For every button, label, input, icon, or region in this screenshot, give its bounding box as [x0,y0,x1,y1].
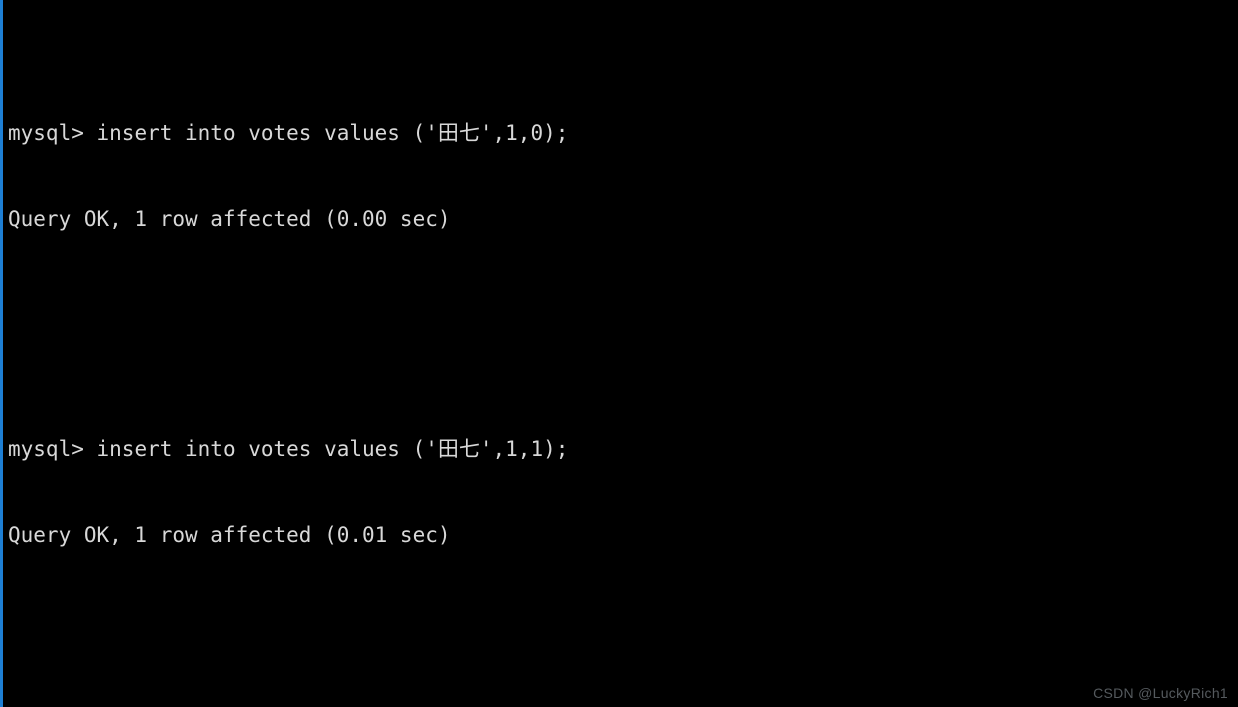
terminal-output[interactable]: mysql> insert into votes values ('田七',1,… [8,4,1230,684]
command-line-2: mysql> insert into votes values ('田七',1,… [8,435,1230,464]
prompt-1: mysql> [8,120,97,145]
window-left-accent-border [0,0,3,707]
watermark-label: CSDN @LuckyRich1 [1093,685,1228,701]
command-text-1: insert into votes values ('田七',1,0); [96,120,569,145]
terminal-window: mysql> insert into votes values ('田七',1,… [0,0,1238,707]
command-text-2: insert into votes values ('田七',1,1); [96,436,569,461]
result-line-2: Query OK, 1 row affected (0.01 sec) [8,522,451,547]
command-line-1: mysql> insert into votes values ('田七',1,… [8,119,1230,148]
result-line-1: Query OK, 1 row affected (0.00 sec) [8,206,451,231]
prompt-2: mysql> [8,436,97,461]
